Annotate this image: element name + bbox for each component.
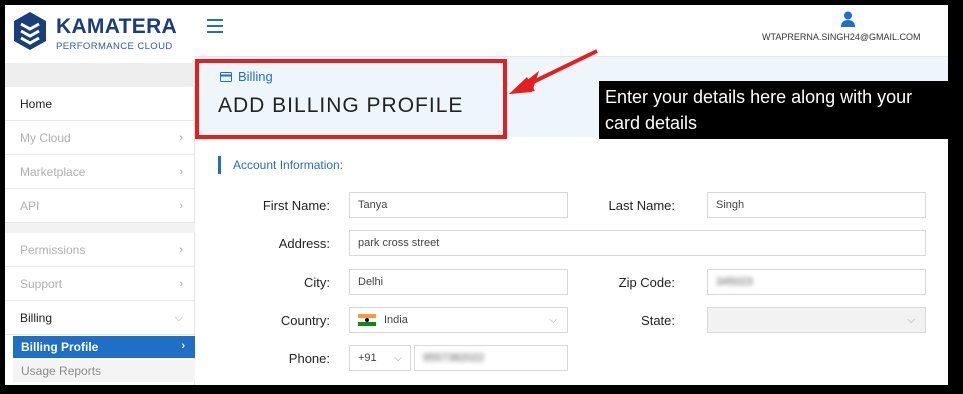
chevron-down-icon: ⌵ [907,315,915,326]
sidebar-item-label: API [20,198,40,213]
sidebar-item-label: My Cloud [20,130,71,145]
state-label: State: [641,313,675,328]
chevron-down-icon: ⌵ [394,353,402,364]
zip-code-value: 345023 [716,276,753,288]
sidebar-subitem-billing-profile[interactable]: Billing Profile › [13,336,195,358]
city-value: Delhi [358,276,384,288]
city-field[interactable]: Delhi [349,269,568,295]
chevron-down-icon: ⌵ [549,315,557,326]
sidebar-item-home[interactable]: Home [5,87,195,121]
sidebar-item-label: Permissions [20,242,86,257]
section-title: Account Information: [218,156,343,174]
sidebar-item-label: Support [20,276,63,291]
chevron-right-icon: › [179,244,183,256]
sidebar-item-my-cloud[interactable]: My Cloud › [5,121,195,155]
city-label: City: [304,275,330,290]
zip-code-label: Zip Code: [618,275,675,290]
chevron-right-icon: › [179,200,183,212]
phone-label: Phone: [288,351,330,366]
brand-tagline: PERFORMANCE CLOUD [56,41,173,52]
country-label: Country: [280,313,330,328]
sidebar-item-label: Billing [20,310,53,325]
last-name-label: Last Name: [608,198,675,213]
address-field[interactable]: park cross street [349,230,926,256]
sidebar-subitem-usage-reports[interactable]: Usage Reports [13,360,195,382]
sidebar-item-permissions[interactable]: Permissions › [5,233,195,267]
chevron-right-icon: › [181,340,185,352]
phone-field[interactable]: 9557382022 [414,345,568,371]
first-name-value: Tanya [358,199,388,211]
hamburger-menu-icon[interactable] [207,19,223,33]
logo[interactable]: KAMATERA PERFORMANCE CLOUD [5,5,195,63]
sidebar-item-label: Home [20,96,53,111]
chevron-down-icon: ⌵ [174,312,183,324]
country-value: India [384,314,408,326]
sidebar-item-support[interactable]: Support › [5,267,195,301]
chevron-right-icon: › [179,278,183,290]
sidebar-item-label: Marketplace [20,164,86,179]
sidebar-item-billing[interactable]: Billing ⌵ [5,301,195,335]
user-icon[interactable] [841,11,855,27]
zip-code-field[interactable]: 345023 [707,269,926,295]
sidebar-item-api[interactable]: API › [5,189,195,223]
sidebar-divider [5,223,195,233]
last-name-field[interactable]: Singh [707,192,926,218]
chevron-right-icon: › [179,166,183,178]
sidebar-item-marketplace[interactable]: Marketplace › [5,155,195,189]
phone-code-value: +91 [358,352,377,364]
state-select[interactable]: ⌵ [707,307,926,333]
address-value: park cross street [358,237,440,249]
brand-name: KAMATERA [56,15,177,38]
sidebar-spacer [5,63,195,87]
arrow-annotation [509,49,598,94]
address-label: Address: [278,236,330,251]
first-name-field[interactable]: Tanya [349,192,568,218]
phone-code-select[interactable]: +91 ⌵ [349,345,411,371]
app-window: KAMATERA PERFORMANCE CLOUD Home My Cloud… [5,5,948,385]
phone-value: 9557382022 [423,352,485,364]
user-email[interactable]: WTAPRERNA.SINGH24@GMAIL.COM [762,32,921,42]
callout-note: Enter your details here along with your … [599,81,948,139]
chevron-right-icon: › [179,132,183,144]
sidebar: KAMATERA PERFORMANCE CLOUD Home My Cloud… [5,5,195,385]
first-name-label: First Name: [262,198,330,213]
kamatera-logo-icon [14,12,46,50]
last-name-value: Singh [716,199,745,211]
sidebar-subitem-label: Billing Profile [21,340,99,354]
sidebar-subitem-label: Usage Reports [21,364,102,378]
highlight-box [195,59,507,139]
india-flag-icon [358,314,376,326]
country-select[interactable]: India ⌵ [349,307,568,333]
